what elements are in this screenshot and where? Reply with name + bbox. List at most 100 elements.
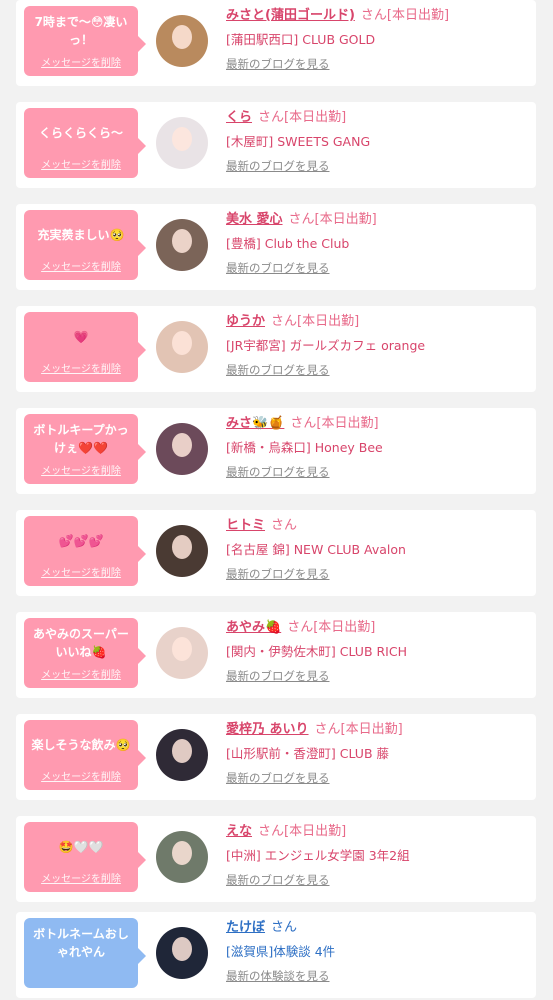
message-text: 💕💕💕 (58, 534, 104, 548)
shop-name: [木屋町] SWEETS GANG (226, 134, 371, 149)
cast-info: 愛梓乃 あいり さん[本日出勤] [山形駅前・香澄町] CLUB 藤 最新のブログ… (226, 718, 526, 786)
latest-blog-link[interactable]: 最新のブログを見る (226, 566, 526, 582)
avatar[interactable] (156, 627, 208, 679)
latest-blog-link[interactable]: 最新のブログを見る (226, 872, 526, 888)
avatar-face (172, 937, 192, 961)
cast-status: さん[本日出勤] (271, 314, 360, 329)
message-bubble: 充実羨ましい🥺 メッセージを削除 (24, 210, 146, 280)
name-line: たけぼ さん (226, 916, 526, 940)
delete-message-link[interactable]: メッセージを削除 (28, 258, 134, 273)
delete-message-link[interactable]: メッセージを削除 (28, 462, 134, 477)
list-item: 楽しそうな飲み🥺 メッセージを削除 愛梓乃 あいり さん[本日出勤] [山形駅前・… (16, 714, 536, 800)
avatar[interactable] (156, 117, 208, 169)
cast-info: 美水 愛心 さん[本日出勤] [豊橋] Club the Club 最新のブログを… (226, 208, 526, 276)
list-item: 💕💕💕 メッセージを削除 ヒトミ さん [名古屋 錦] NEW CLUB Aval… (16, 510, 536, 596)
avatar[interactable] (156, 321, 208, 373)
shop-name: [中洲] エンジェル女学園 3年2組 (226, 848, 410, 863)
latest-blog-link[interactable]: 最新のブログを見る (226, 770, 526, 786)
cast-status: さん[本日出勤] (258, 824, 347, 839)
shop-name: [蒲田駅西口] CLUB GOLD (226, 32, 376, 47)
cast-info: みさと(蒲田ゴールド) さん[本日出勤] [蒲田駅西口] CLUB GOLD 最新… (226, 4, 526, 72)
message-bubble: 💗 メッセージを削除 (24, 312, 146, 382)
cast-status: さん[本日出勤] (287, 620, 376, 635)
avatar-face (172, 841, 192, 865)
cast-name-link[interactable]: えな (226, 824, 252, 839)
message-bubble: くらくらくら〜 メッセージを削除 (24, 108, 146, 178)
user-name-link[interactable]: たけぼ (226, 920, 265, 935)
avatar-face (172, 127, 192, 151)
shop-name: [関内・伊勢佐木町] CLUB RICH (226, 644, 407, 659)
latest-blog-link[interactable]: 最新のブログを見る (226, 464, 526, 480)
avatar-face (172, 637, 192, 661)
name-line: くら さん[本日出勤] (226, 106, 526, 130)
shop-name: [新橋・烏森口] Honey Bee (226, 440, 383, 455)
delete-message-link[interactable]: メッセージを削除 (28, 564, 134, 579)
avatar[interactable] (156, 729, 208, 781)
list-item: 💗 メッセージを削除 ゆうか さん[本日出勤] [JR宇都宮] ガールズカフェ o… (16, 306, 536, 392)
avatar-face (172, 25, 192, 49)
cast-name-link[interactable]: あやみ🍓 (226, 620, 281, 635)
list-item: 7時まで〜😳凄いっ！ メッセージを削除 みさと(蒲田ゴールド) さん[本日出勤] … (16, 0, 536, 86)
avatar-face (172, 739, 192, 763)
message-text: 充実羨ましい🥺 (37, 228, 125, 242)
cast-status: さん[本日出勤] (360, 8, 450, 23)
list-item: 充実羨ましい🥺 メッセージを削除 美水 愛心 さん[本日出勤] [豊橋] Club… (16, 204, 536, 290)
cast-name-link[interactable]: みさ🐝🍯 (226, 416, 284, 431)
name-line: 美水 愛心 さん[本日出勤] (226, 208, 526, 232)
delete-message-link[interactable]: メッセージを削除 (28, 870, 134, 885)
name-line: みさ🐝🍯 さん[本日出勤] (226, 412, 526, 436)
avatar[interactable] (156, 525, 208, 577)
cast-status: さん (271, 518, 298, 533)
shop-name: [名古屋 錦] NEW CLUB Avalon (226, 542, 406, 557)
avatar[interactable] (156, 927, 208, 979)
message-text: 🤩🤍🤍 (58, 840, 104, 854)
delete-message-link[interactable]: メッセージを削除 (28, 666, 134, 681)
shop-name: [山形駅前・香澄町] CLUB 藤 (226, 746, 389, 761)
latest-blog-link[interactable]: 最新のブログを見る (226, 56, 526, 72)
avatar[interactable] (156, 423, 208, 475)
cast-status: さん[本日出勤] (290, 416, 379, 431)
latest-blog-link[interactable]: 最新のブログを見る (226, 158, 526, 174)
shop-name: [豊橋] Club the Club (226, 236, 350, 251)
cast-info: ゆうか さん[本日出勤] [JR宇都宮] ガールズカフェ orange 最新のブロ… (226, 310, 526, 378)
message-text: くらくらくら〜 (38, 126, 123, 140)
cast-name-link[interactable]: くら (226, 110, 252, 125)
cast-name-link[interactable]: 愛梓乃 あいり (226, 722, 309, 737)
name-line: ゆうか さん[本日出勤] (226, 310, 526, 334)
cast-status: さん[本日出勤] (314, 722, 403, 737)
latest-review-link[interactable]: 最新の体験談を見る (226, 968, 526, 984)
list-item: ボトルキープかっけぇ❤️❤️ メッセージを削除 みさ🐝🍯 さん[本日出勤] [新橋… (16, 408, 536, 494)
delete-message-link[interactable]: メッセージを削除 (28, 768, 134, 783)
avatar[interactable] (156, 831, 208, 883)
cast-info: えな さん[本日出勤] [中洲] エンジェル女学園 3年2組 最新のブログを見る (226, 820, 526, 888)
cast-name-link[interactable]: ヒトミ (226, 518, 265, 533)
cast-name-link[interactable]: 美水 愛心 (226, 212, 283, 227)
name-line: えな さん[本日出勤] (226, 820, 526, 844)
delete-message-link[interactable]: メッセージを削除 (28, 156, 134, 171)
cast-name-link[interactable]: ゆうか (226, 314, 265, 329)
message-bubble: 🤩🤍🤍 メッセージを削除 (24, 822, 146, 892)
list-item: くらくらくら〜 メッセージを削除 くら さん[本日出勤] [木屋町] SWEETS… (16, 102, 536, 188)
avatar-face (172, 433, 192, 457)
cast-name-link[interactable]: みさと(蒲田ゴールド) (226, 8, 355, 23)
message-bubble: ボトルキープかっけぇ❤️❤️ メッセージを削除 (24, 414, 146, 484)
delete-message-link[interactable]: メッセージを削除 (28, 54, 134, 69)
cast-status: さん[本日出勤] (288, 212, 377, 227)
latest-blog-link[interactable]: 最新のブログを見る (226, 260, 526, 276)
user-info: たけぼ さん [滋賀県]体験談 4件 最新の体験談を見る (226, 916, 526, 984)
message-bubble: ボトルネームおしゃれやん (24, 918, 146, 988)
user-suffix: さん (271, 920, 298, 935)
message-text: あやみのスーパーいいね🍓 (33, 627, 129, 659)
avatar[interactable] (156, 219, 208, 271)
name-line: あやみ🍓 さん[本日出勤] (226, 616, 526, 640)
latest-blog-link[interactable]: 最新のブログを見る (226, 362, 526, 378)
delete-message-link[interactable]: メッセージを削除 (28, 360, 134, 375)
list-item: 🤩🤍🤍 メッセージを削除 えな さん[本日出勤] [中洲] エンジェル女学園 3年… (16, 816, 536, 902)
message-bubble: 💕💕💕 メッセージを削除 (24, 516, 146, 586)
avatar-face (172, 229, 192, 253)
cast-info: あやみ🍓 さん[本日出勤] [関内・伊勢佐木町] CLUB RICH 最新のブログ… (226, 616, 526, 684)
message-text: 7時まで〜😳凄いっ！ (34, 15, 128, 47)
cast-info: みさ🐝🍯 さん[本日出勤] [新橋・烏森口] Honey Bee 最新のブログを見… (226, 412, 526, 480)
avatar[interactable] (156, 15, 208, 67)
latest-blog-link[interactable]: 最新のブログを見る (226, 668, 526, 684)
